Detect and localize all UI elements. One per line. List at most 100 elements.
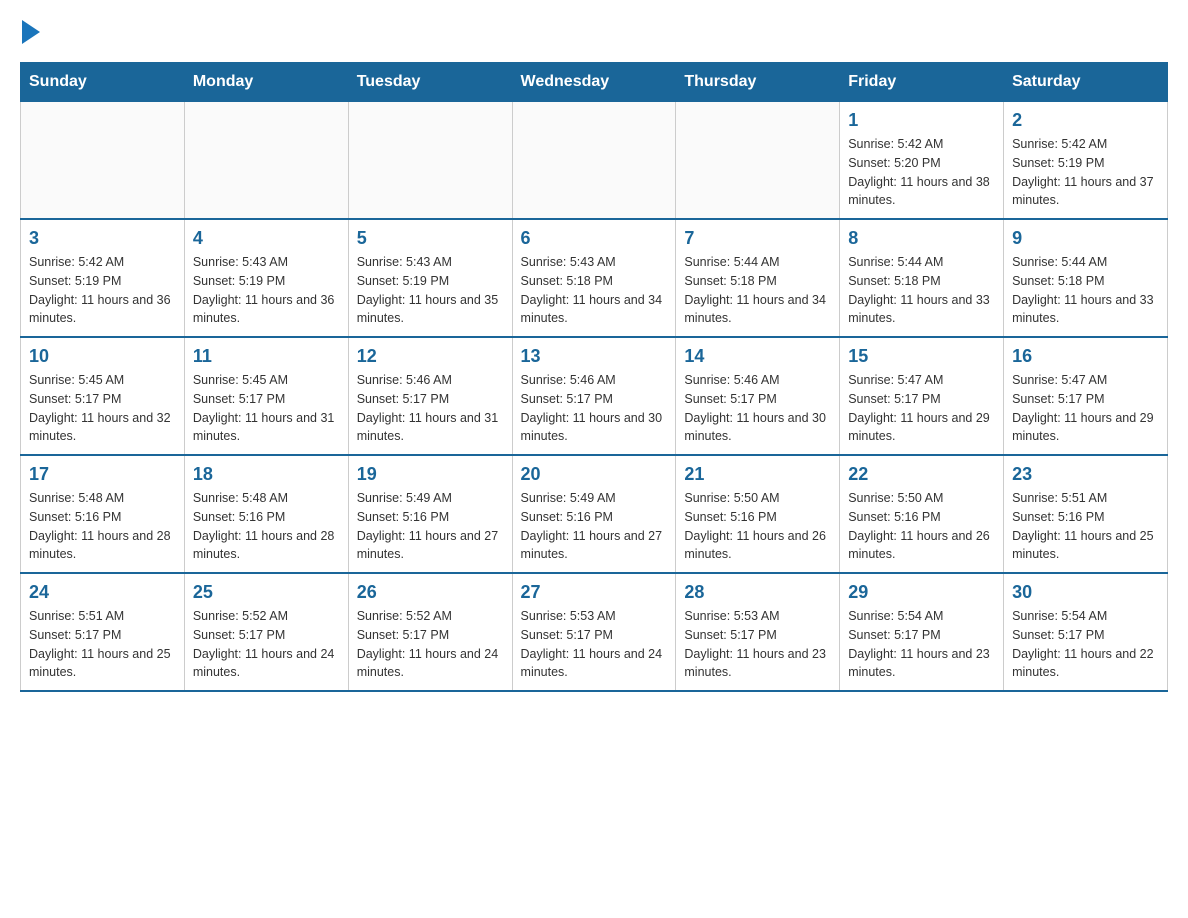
logo (20, 20, 40, 44)
day-info: Sunrise: 5:46 AMSunset: 5:17 PMDaylight:… (684, 371, 831, 446)
calendar-body: 1 Sunrise: 5:42 AMSunset: 5:20 PMDaylight… (21, 102, 1168, 692)
day-info: Sunrise: 5:48 AMSunset: 5:16 PMDaylight:… (29, 489, 176, 564)
day-info: Sunrise: 5:42 AMSunset: 5:20 PMDaylight:… (848, 135, 995, 210)
day-info: Sunrise: 5:50 AMSunset: 5:16 PMDaylight:… (684, 489, 831, 564)
header (20, 20, 1168, 44)
day-number: 9 (1012, 228, 1159, 249)
day-cell-4-5: 29Sunrise: 5:54 AMSunset: 5:17 PMDayligh… (840, 573, 1004, 691)
day-cell-4-1: 25 Sunrise: 5:52 AMSunset: 5:17 PMDayligh… (184, 573, 348, 691)
day-cell-4-3: 27Sunrise: 5:53 AMSunset: 5:17 PMDayligh… (512, 573, 676, 691)
day-number: 1 (848, 110, 995, 131)
header-day-wednesday: Wednesday (512, 63, 676, 102)
day-number: 4 (193, 228, 340, 249)
day-cell-1-0: 3Sunrise: 5:42 AMSunset: 5:19 PMDaylight… (21, 219, 185, 337)
day-cell-1-5: 8 Sunrise: 5:44 AMSunset: 5:18 PMDaylight… (840, 219, 1004, 337)
day-info: Sunrise: 5:47 AMSunset: 5:17 PMDaylight:… (848, 371, 995, 446)
header-day-tuesday: Tuesday (348, 63, 512, 102)
day-number: 10 (29, 346, 176, 367)
day-number: 29 (848, 582, 995, 603)
day-cell-0-4 (676, 102, 840, 220)
logo-arrow-icon (22, 20, 40, 44)
day-info: Sunrise: 5:45 AMSunset: 5:17 PMDaylight:… (29, 371, 176, 446)
day-cell-2-1: 11 Sunrise: 5:45 AMSunset: 5:17 PMDayligh… (184, 337, 348, 455)
day-number: 19 (357, 464, 504, 485)
day-info: Sunrise: 5:50 AMSunset: 5:16 PMDaylight:… (848, 489, 995, 564)
day-cell-0-2 (348, 102, 512, 220)
day-info: Sunrise: 5:46 AMSunset: 5:17 PMDaylight:… (357, 371, 504, 446)
day-cell-3-1: 18 Sunrise: 5:48 AMSunset: 5:16 PMDayligh… (184, 455, 348, 573)
header-day-saturday: Saturday (1004, 63, 1168, 102)
header-day-sunday: Sunday (21, 63, 185, 102)
day-number: 25 (193, 582, 340, 603)
day-info: Sunrise: 5:44 AMSunset: 5:18 PMDaylight:… (848, 253, 995, 328)
day-number: 6 (521, 228, 668, 249)
day-cell-4-6: 30Sunrise: 5:54 AMSunset: 5:17 PMDayligh… (1004, 573, 1168, 691)
day-cell-3-0: 17 Sunrise: 5:48 AMSunset: 5:16 PMDayligh… (21, 455, 185, 573)
header-day-monday: Monday (184, 63, 348, 102)
day-info: Sunrise: 5:46 AMSunset: 5:17 PMDaylight:… (521, 371, 668, 446)
day-info: Sunrise: 5:43 AMSunset: 5:19 PMDaylight:… (193, 253, 340, 328)
day-cell-2-5: 15 Sunrise: 5:47 AMSunset: 5:17 PMDayligh… (840, 337, 1004, 455)
day-cell-3-3: 20 Sunrise: 5:49 AMSunset: 5:16 PMDayligh… (512, 455, 676, 573)
day-cell-1-2: 5 Sunrise: 5:43 AMSunset: 5:19 PMDaylight… (348, 219, 512, 337)
day-number: 18 (193, 464, 340, 485)
day-number: 2 (1012, 110, 1159, 131)
day-cell-2-6: 16 Sunrise: 5:47 AMSunset: 5:17 PMDayligh… (1004, 337, 1168, 455)
day-number: 15 (848, 346, 995, 367)
day-info: Sunrise: 5:43 AMSunset: 5:19 PMDaylight:… (357, 253, 504, 328)
calendar-header: SundayMondayTuesdayWednesdayThursdayFrid… (21, 63, 1168, 102)
day-number: 13 (521, 346, 668, 367)
day-cell-0-6: 2 Sunrise: 5:42 AMSunset: 5:19 PMDaylight… (1004, 102, 1168, 220)
day-cell-3-6: 23Sunrise: 5:51 AMSunset: 5:16 PMDayligh… (1004, 455, 1168, 573)
day-cell-0-0 (21, 102, 185, 220)
header-day-thursday: Thursday (676, 63, 840, 102)
day-info: Sunrise: 5:45 AMSunset: 5:17 PMDaylight:… (193, 371, 340, 446)
day-info: Sunrise: 5:52 AMSunset: 5:17 PMDaylight:… (357, 607, 504, 682)
week-row-3: 17 Sunrise: 5:48 AMSunset: 5:16 PMDayligh… (21, 455, 1168, 573)
day-number: 27 (521, 582, 668, 603)
day-info: Sunrise: 5:42 AMSunset: 5:19 PMDaylight:… (1012, 135, 1159, 210)
day-info: Sunrise: 5:44 AMSunset: 5:18 PMDaylight:… (1012, 253, 1159, 328)
day-info: Sunrise: 5:48 AMSunset: 5:16 PMDaylight:… (193, 489, 340, 564)
day-number: 11 (193, 346, 340, 367)
day-number: 20 (521, 464, 668, 485)
day-info: Sunrise: 5:49 AMSunset: 5:16 PMDaylight:… (357, 489, 504, 564)
day-cell-3-2: 19 Sunrise: 5:49 AMSunset: 5:16 PMDayligh… (348, 455, 512, 573)
week-row-1: 3Sunrise: 5:42 AMSunset: 5:19 PMDaylight… (21, 219, 1168, 337)
day-number: 24 (29, 582, 176, 603)
day-info: Sunrise: 5:53 AMSunset: 5:17 PMDaylight:… (684, 607, 831, 682)
day-number: 7 (684, 228, 831, 249)
day-cell-2-4: 14 Sunrise: 5:46 AMSunset: 5:17 PMDayligh… (676, 337, 840, 455)
day-cell-3-5: 22 Sunrise: 5:50 AMSunset: 5:16 PMDayligh… (840, 455, 1004, 573)
day-cell-4-0: 24 Sunrise: 5:51 AMSunset: 5:17 PMDayligh… (21, 573, 185, 691)
day-cell-2-2: 12Sunrise: 5:46 AMSunset: 5:17 PMDayligh… (348, 337, 512, 455)
day-number: 14 (684, 346, 831, 367)
day-number: 5 (357, 228, 504, 249)
logo-line1 (20, 20, 40, 44)
header-day-friday: Friday (840, 63, 1004, 102)
calendar-table: SundayMondayTuesdayWednesdayThursdayFrid… (20, 62, 1168, 692)
day-number: 28 (684, 582, 831, 603)
day-number: 21 (684, 464, 831, 485)
day-info: Sunrise: 5:47 AMSunset: 5:17 PMDaylight:… (1012, 371, 1159, 446)
day-number: 23 (1012, 464, 1159, 485)
day-cell-1-3: 6Sunrise: 5:43 AMSunset: 5:18 PMDaylight… (512, 219, 676, 337)
header-row: SundayMondayTuesdayWednesdayThursdayFrid… (21, 63, 1168, 102)
day-number: 3 (29, 228, 176, 249)
day-cell-2-0: 10 Sunrise: 5:45 AMSunset: 5:17 PMDayligh… (21, 337, 185, 455)
day-number: 22 (848, 464, 995, 485)
day-number: 17 (29, 464, 176, 485)
day-info: Sunrise: 5:54 AMSunset: 5:17 PMDaylight:… (1012, 607, 1159, 682)
day-info: Sunrise: 5:52 AMSunset: 5:17 PMDaylight:… (193, 607, 340, 682)
day-info: Sunrise: 5:51 AMSunset: 5:17 PMDaylight:… (29, 607, 176, 682)
day-cell-0-1 (184, 102, 348, 220)
week-row-2: 10 Sunrise: 5:45 AMSunset: 5:17 PMDayligh… (21, 337, 1168, 455)
day-cell-1-1: 4 Sunrise: 5:43 AMSunset: 5:19 PMDaylight… (184, 219, 348, 337)
day-number: 16 (1012, 346, 1159, 367)
week-row-4: 24 Sunrise: 5:51 AMSunset: 5:17 PMDayligh… (21, 573, 1168, 691)
day-number: 8 (848, 228, 995, 249)
day-info: Sunrise: 5:44 AMSunset: 5:18 PMDaylight:… (684, 253, 831, 328)
day-cell-1-4: 7 Sunrise: 5:44 AMSunset: 5:18 PMDaylight… (676, 219, 840, 337)
day-number: 26 (357, 582, 504, 603)
day-info: Sunrise: 5:49 AMSunset: 5:16 PMDaylight:… (521, 489, 668, 564)
